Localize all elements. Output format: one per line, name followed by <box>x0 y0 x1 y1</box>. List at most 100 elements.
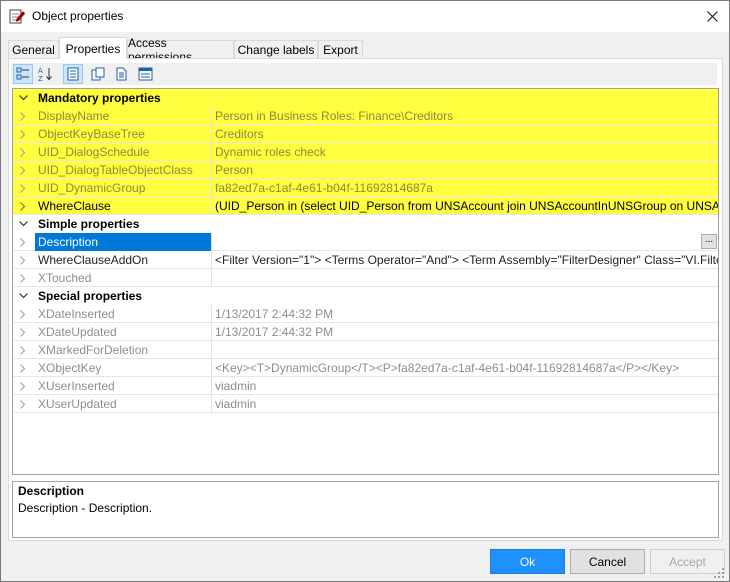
property-name: WhereClauseAddOn <box>38 253 149 267</box>
property-row-xobjectkey[interactable]: XObjectKey <Key><T>DynamicGroup</T><P>fa… <box>13 359 718 377</box>
property-name: ObjectKeyBaseTree <box>38 127 145 141</box>
property-value[interactable]: Person in Business Roles: Finance\Credit… <box>211 107 718 125</box>
property-value[interactable]: Dynamic roles check <box>211 143 718 161</box>
sort-alpha-icon: AZ <box>38 67 52 82</box>
tab-export[interactable]: Export <box>318 40 363 58</box>
property-value[interactable] <box>211 233 718 251</box>
property-name: XDateUpdated <box>38 325 117 339</box>
chevron-right-icon[interactable] <box>13 323 33 341</box>
property-row-uid-dialogtableobjectclass[interactable]: UID_DialogTableObjectClass Person <box>13 161 718 179</box>
chevron-right-icon[interactable] <box>13 197 33 215</box>
property-name: WhereClause <box>38 199 111 213</box>
property-value[interactable]: (UID_Person in (select UID_Person from U… <box>211 197 718 215</box>
description-text: Description - Description. <box>18 501 153 515</box>
window-title: Object properties <box>32 9 124 23</box>
chevron-right-icon[interactable] <box>13 233 33 251</box>
category-special-properties[interactable]: Special properties <box>13 287 718 305</box>
chevron-down-icon[interactable] <box>13 89 33 107</box>
svg-text:Z: Z <box>38 75 43 82</box>
title-bar: Object properties <box>1 1 729 32</box>
properties-window-button[interactable] <box>135 64 155 84</box>
ellipsis-button[interactable]: ... <box>701 234 717 249</box>
property-value[interactable]: <Filter Version="1"> <Terms Operator="An… <box>211 251 718 269</box>
property-name: UID_DialogTableObjectClass <box>38 163 193 177</box>
property-row-xmarkedfordeletion[interactable]: XMarkedForDeletion <box>13 341 718 359</box>
property-name: XTouched <box>38 271 92 285</box>
property-value[interactable]: Person <box>211 161 718 179</box>
property-row-description[interactable]: Description ... <box>13 233 718 251</box>
edit-properties-icon <box>9 9 25 24</box>
property-value[interactable] <box>211 341 718 359</box>
tab-change-labels[interactable]: Change labels <box>234 40 318 58</box>
property-row-xuserinserted[interactable]: XUserInserted viadmin <box>13 377 718 395</box>
chevron-right-icon[interactable] <box>13 143 33 161</box>
property-row-uid-dialogschedule[interactable]: UID_DialogSchedule Dynamic roles check <box>13 143 718 161</box>
chevron-right-icon[interactable] <box>13 179 33 197</box>
property-value[interactable]: 1/13/2017 2:44:32 PM <box>211 305 718 323</box>
grid-toolbar: AZ <box>11 63 717 85</box>
chevron-right-icon[interactable] <box>13 305 33 323</box>
property-name: XDateInserted <box>38 307 115 321</box>
resize-grip-icon[interactable] <box>713 567 725 579</box>
property-row-uid-dynamicgroup[interactable]: UID_DynamicGroup fa82ed7a-c1af-4e61-b04f… <box>13 179 718 197</box>
category-label: Mandatory properties <box>38 91 161 105</box>
property-pages-icon <box>67 67 79 81</box>
property-pages-button[interactable] <box>63 64 83 84</box>
description-pane: Description Description - Description. <box>12 481 719 538</box>
sort-alphabetical-button[interactable]: AZ <box>36 64 56 84</box>
chevron-down-icon[interactable] <box>13 287 33 305</box>
chevron-right-icon[interactable] <box>13 341 33 359</box>
chevron-right-icon[interactable] <box>13 395 33 413</box>
category-simple-properties[interactable]: Simple properties <box>13 215 718 233</box>
description-title: Description <box>18 484 85 498</box>
property-name: XMarkedForDeletion <box>38 343 149 357</box>
property-value[interactable]: viadmin <box>211 395 718 413</box>
copy-icon <box>91 67 105 81</box>
close-icon <box>706 11 718 22</box>
property-row-whereclause[interactable]: WhereClause (UID_Person in (select UID_P… <box>13 197 718 215</box>
categorized-view-icon <box>16 67 29 80</box>
property-name: Description <box>35 233 211 251</box>
property-row-objectkeybasetree[interactable]: ObjectKeyBaseTree Creditors <box>13 125 718 143</box>
property-value[interactable]: 1/13/2017 2:44:32 PM <box>211 323 718 341</box>
property-value[interactable]: fa82ed7a-c1af-4e61-b04f-11692814687a <box>211 179 718 197</box>
tab-general[interactable]: General <box>8 40 59 58</box>
property-value[interactable] <box>211 269 718 287</box>
close-button[interactable] <box>695 1 729 32</box>
category-label: Simple properties <box>38 217 140 231</box>
chevron-right-icon[interactable] <box>13 359 33 377</box>
categorized-view-button[interactable] <box>13 64 33 84</box>
property-value[interactable]: <Key><T>DynamicGroup</T><P>fa82ed7a-c1af… <box>211 359 718 377</box>
chevron-right-icon[interactable] <box>13 269 33 287</box>
chevron-right-icon[interactable] <box>13 377 33 395</box>
document-button[interactable] <box>111 64 131 84</box>
ok-button[interactable]: Ok <box>490 549 565 574</box>
property-grid: Mandatory properties DisplayName Person … <box>12 88 719 475</box>
property-row-displayname[interactable]: DisplayName Person in Business Roles: Fi… <box>13 107 718 125</box>
copy-button[interactable] <box>88 64 108 84</box>
property-value[interactable]: Creditors <box>211 125 718 143</box>
property-name: XUserUpdated <box>38 397 117 411</box>
property-row-whereclauseaddon[interactable]: WhereClauseAddOn <Filter Version="1"> <T… <box>13 251 718 269</box>
chevron-down-icon[interactable] <box>13 215 33 233</box>
chevron-right-icon[interactable] <box>13 107 33 125</box>
property-row-xdateinserted[interactable]: XDateInserted 1/13/2017 2:44:32 PM <box>13 305 718 323</box>
properties-window-icon <box>138 67 152 81</box>
category-mandatory-properties[interactable]: Mandatory properties <box>13 89 718 107</box>
chevron-right-icon[interactable] <box>13 251 33 269</box>
category-label: Special properties <box>38 289 143 303</box>
property-row-xuserupdated[interactable]: XUserUpdated viadmin <box>13 395 718 413</box>
property-value[interactable]: viadmin <box>211 377 718 395</box>
tab-access-permissions[interactable]: Access permissions <box>127 36 234 64</box>
chevron-right-icon[interactable] <box>13 125 33 143</box>
cancel-button[interactable]: Cancel <box>570 549 645 574</box>
property-name: DisplayName <box>38 109 110 123</box>
property-name: UID_DialogSchedule <box>38 145 150 159</box>
property-name: XObjectKey <box>38 361 102 375</box>
property-row-xtouched[interactable]: XTouched <box>13 269 718 287</box>
property-row-xdateupdated[interactable]: XDateUpdated 1/13/2017 2:44:32 PM <box>13 323 718 341</box>
object-properties-dialog: Object properties General Properties Acc… <box>0 0 730 582</box>
chevron-right-icon[interactable] <box>13 161 33 179</box>
tab-properties[interactable]: Properties <box>59 37 127 59</box>
property-name: XUserInserted <box>38 379 115 393</box>
